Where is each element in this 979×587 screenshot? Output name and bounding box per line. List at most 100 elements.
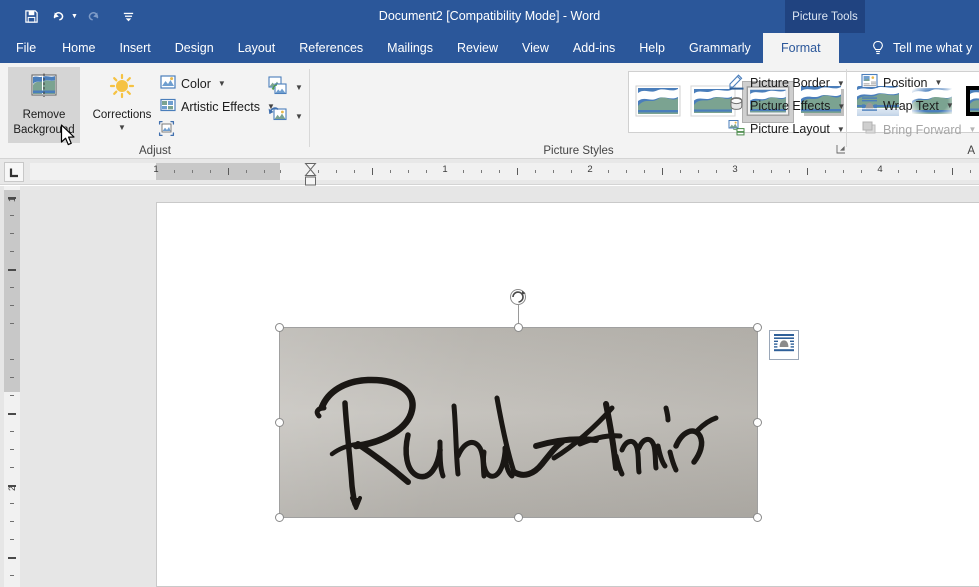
bring-forward-icon [861, 120, 878, 139]
tab-file[interactable]: File [0, 33, 50, 63]
wrap-text-button[interactable]: Wrap Text ▼ [861, 96, 954, 115]
handle-top-right[interactable] [753, 323, 762, 332]
ribbon: Remove Background [0, 63, 979, 159]
ruler-number-1: 1 [442, 164, 447, 175]
adjust-group-label: Adjust [0, 145, 310, 157]
corrections-dropdown-caret[interactable]: ▼ [118, 123, 126, 132]
picture-effects-icon [728, 96, 745, 116]
redo-icon [80, 4, 106, 30]
ruler-top-margin-zone [4, 190, 20, 392]
tab-view[interactable]: View [510, 33, 561, 63]
vertical-ruler[interactable]: 1 2 [4, 186, 20, 587]
change-picture-dropdown-caret[interactable]: ▼ [295, 83, 303, 92]
picture-border-dropdown-caret[interactable]: ▼ [837, 79, 845, 88]
vruler-number-2: 2 [7, 486, 17, 491]
ribbon-group-arrange: Position ▼ Wrap Text ▼ Bring Forward ▼ A [847, 63, 979, 159]
ruler-number-3: 3 [732, 164, 737, 175]
compress-pictures-button[interactable] [158, 120, 175, 140]
reset-picture-icon [268, 105, 288, 127]
picture-effects-button[interactable]: Picture Effects ▼ [728, 96, 845, 116]
tab-review[interactable]: Review [445, 33, 510, 63]
remove-background-label-line2: Background [13, 123, 74, 138]
tab-design[interactable]: Design [163, 33, 226, 63]
position-dropdown-caret[interactable]: ▼ [934, 78, 942, 87]
color-label: Color [181, 77, 211, 91]
picture-border-icon [728, 73, 745, 93]
artistic-effects-label: Artistic Effects [181, 100, 260, 114]
quick-access-toolbar: ▼ [18, 0, 142, 33]
reset-picture-dropdown-caret[interactable]: ▼ [295, 112, 303, 121]
save-icon[interactable] [18, 4, 44, 30]
undo-dropdown-caret[interactable]: ▼ [71, 13, 78, 20]
remove-background-icon [28, 73, 60, 108]
ribbon-group-adjust: Remove Background [0, 63, 310, 159]
ribbon-group-picture-styles: ▲ ▼ ▼ Picture Border ▼ Picture Effects ▼ [310, 63, 847, 159]
tab-references[interactable]: References [287, 33, 375, 63]
bring-forward-label: Bring Forward [883, 123, 962, 137]
customize-qat-icon[interactable] [116, 4, 142, 30]
tab-home[interactable]: Home [50, 33, 107, 63]
tell-me-label: Tell me what y [893, 41, 972, 55]
tab-addins[interactable]: Add-ins [561, 33, 627, 63]
picture-layout-dropdown-caret[interactable]: ▼ [837, 125, 845, 134]
bring-forward-button: Bring Forward ▼ [861, 120, 976, 139]
tell-me-search[interactable]: Tell me what y [871, 33, 972, 63]
picture-effects-label: Picture Effects [750, 99, 830, 113]
signature-image[interactable] [280, 328, 757, 517]
wrap-text-dropdown-caret[interactable]: ▼ [946, 101, 954, 110]
handle-bottom-right[interactable] [753, 513, 762, 522]
picture-layout-icon [728, 119, 745, 139]
corrections-button[interactable]: Corrections ▼ [88, 67, 156, 143]
ruler-number-left-1: 1 [153, 164, 158, 175]
corrections-sun-icon [106, 73, 138, 108]
picture-effects-dropdown-caret[interactable]: ▼ [837, 102, 845, 111]
bring-forward-dropdown-caret: ▼ [969, 125, 977, 134]
tab-format[interactable]: Format [763, 33, 839, 63]
ruler-number-2: 2 [587, 164, 592, 175]
position-button[interactable]: Position ▼ [861, 73, 942, 92]
handle-top-center[interactable] [514, 323, 523, 332]
picture-tools-contextual-label: Picture Tools [785, 0, 865, 33]
tab-help[interactable]: Help [627, 33, 677, 63]
tab-mailings[interactable]: Mailings [375, 33, 445, 63]
tab-stop-selector[interactable] [4, 162, 24, 182]
tab-insert[interactable]: Insert [108, 33, 163, 63]
wrap-text-label: Wrap Text [883, 99, 939, 113]
handle-bottom-left[interactable] [275, 513, 284, 522]
remove-background-label-line1: Remove [23, 108, 66, 123]
handle-top-left[interactable] [275, 323, 284, 332]
picture-styles-group-label: Picture Styles [310, 145, 847, 157]
undo-icon[interactable] [46, 4, 72, 30]
handle-middle-left[interactable] [275, 418, 284, 427]
artistic-effects-button[interactable]: Artistic Effects ▼ [160, 97, 275, 116]
change-picture-icon [268, 76, 288, 98]
picture-border-button[interactable]: Picture Border ▼ [728, 73, 845, 93]
change-picture-button[interactable]: ▼ [268, 76, 303, 98]
tab-grammarly[interactable]: Grammarly [677, 33, 763, 63]
corrections-label: Corrections [93, 108, 152, 122]
tab-layout[interactable]: Layout [226, 33, 288, 63]
signature-image-container[interactable] [280, 328, 757, 517]
picture-layout-button[interactable]: Picture Layout ▼ [728, 119, 845, 139]
rotate-handle[interactable] [508, 286, 529, 307]
picture-layout-label: Picture Layout [750, 122, 830, 136]
artistic-effects-icon [160, 97, 176, 116]
handle-bottom-center[interactable] [514, 513, 523, 522]
ribbon-tabs: File Home Insert Design Layout Reference… [0, 33, 839, 63]
layout-options-button[interactable] [769, 330, 799, 360]
position-label: Position [883, 76, 927, 90]
ribbon-tab-strip: File Home Insert Design Layout Reference… [0, 33, 979, 63]
horizontal-ruler[interactable]: 1 1 2 [30, 163, 979, 180]
handle-middle-right[interactable] [753, 418, 762, 427]
reset-picture-button[interactable]: ▼ [268, 105, 303, 127]
color-dropdown-caret[interactable]: ▼ [218, 79, 226, 88]
arrange-group-label: A [847, 145, 979, 157]
picture-format-dialog-launcher[interactable] [836, 144, 846, 156]
title-bar: Document2 [Compatibility Mode] - Word ▼ … [0, 0, 979, 33]
wrap-text-icon [861, 96, 878, 115]
picture-border-label: Picture Border [750, 76, 830, 90]
lightbulb-icon [871, 40, 885, 56]
picture-style-simple-frame-white[interactable] [632, 81, 684, 123]
color-button[interactable]: Color ▼ [160, 74, 226, 93]
remove-background-button[interactable]: Remove Background [8, 67, 80, 143]
